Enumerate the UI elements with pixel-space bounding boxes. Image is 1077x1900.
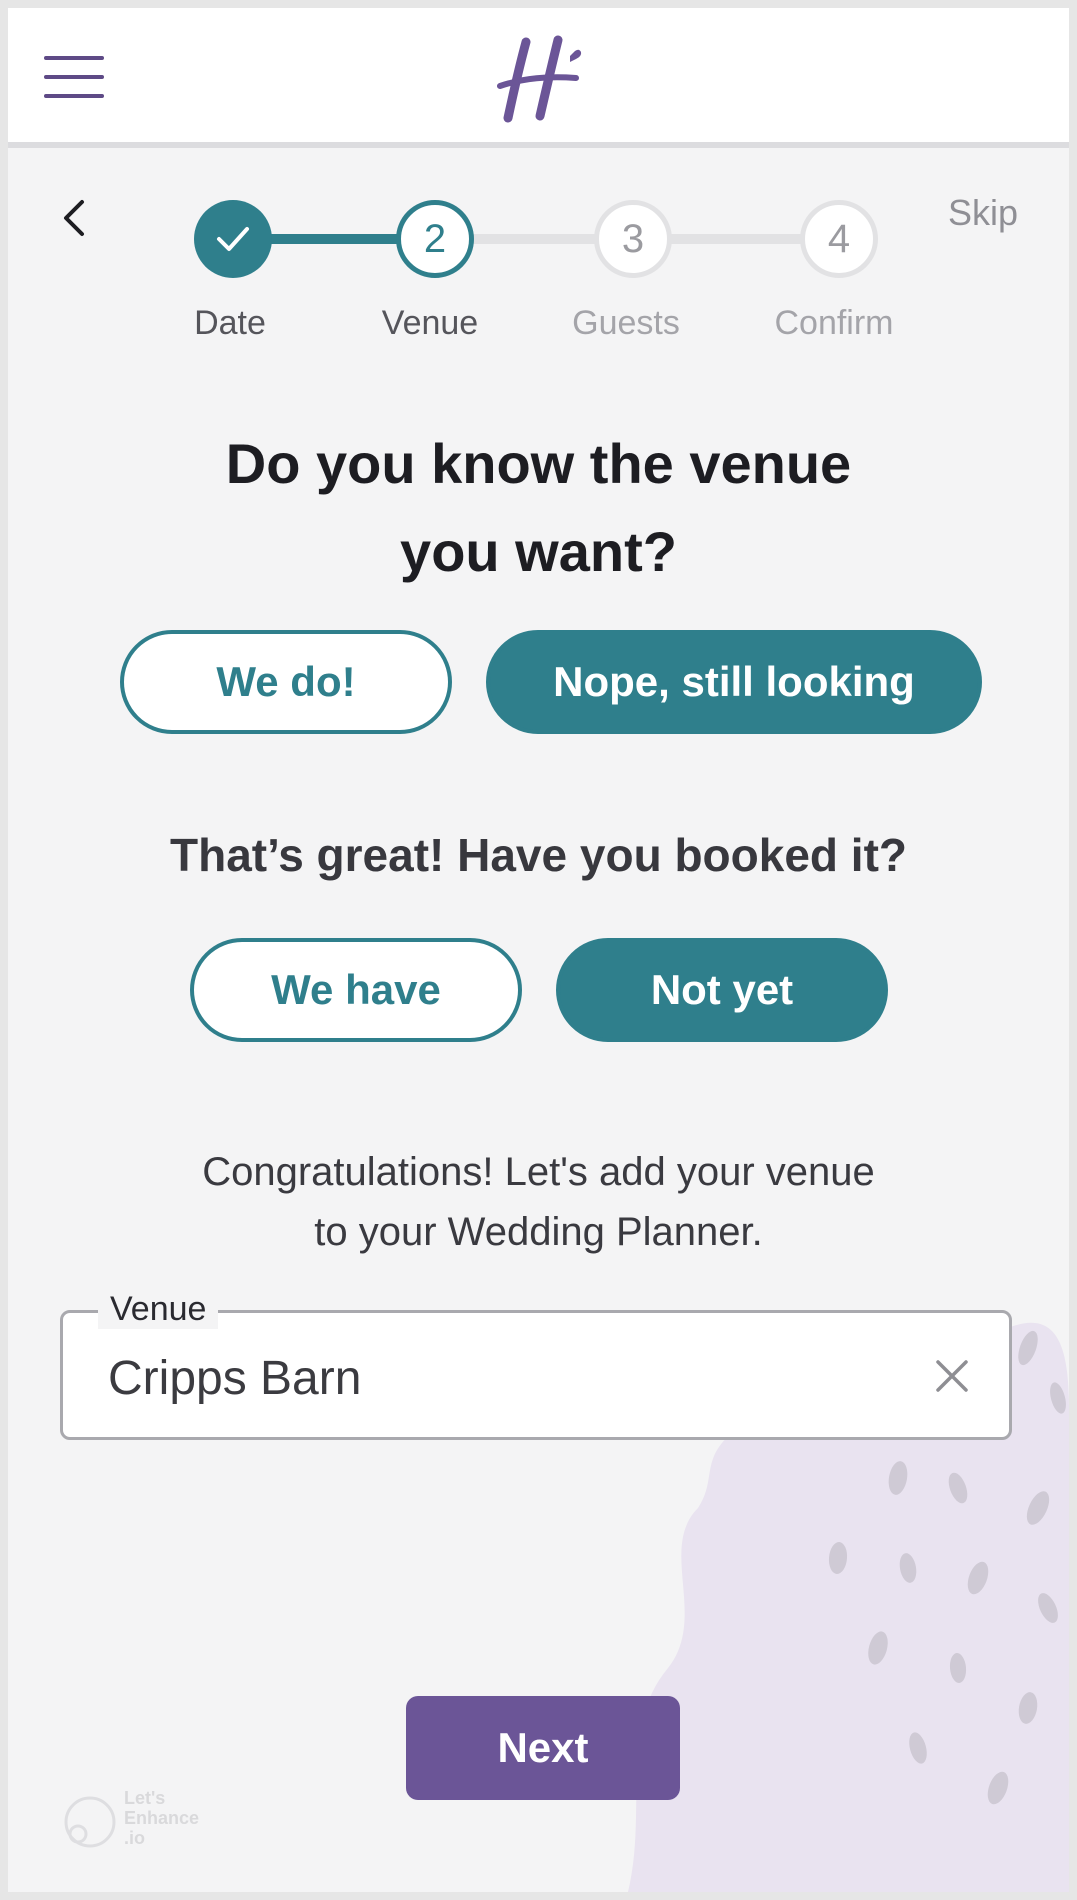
venue-field-label: Venue — [98, 1290, 219, 1329]
step-label-guests: Guests — [572, 304, 680, 342]
venue-input[interactable] — [108, 1346, 888, 1410]
skip-button[interactable]: Skip — [948, 192, 1018, 234]
not-yet-button[interactable]: Not yet — [556, 938, 888, 1042]
step-venue-circle[interactable]: 2 — [396, 200, 474, 278]
next-button[interactable]: Next — [406, 1696, 680, 1800]
step-number: 3 — [621, 216, 645, 261]
step-guests-circle[interactable]: 3 — [594, 200, 672, 278]
venue-question-line1: Do you know the venue — [225, 432, 852, 495]
watermark-line1: Let's — [124, 1788, 166, 1808]
watermark-logo: Let's Enhance .io — [60, 1788, 240, 1858]
we-do-button[interactable]: We do! — [120, 630, 452, 734]
hamburger-menu-icon[interactable] — [44, 56, 106, 106]
congrats-message: Congratulations! Let's add your venue to… — [8, 1142, 1069, 1262]
watermark-line2: Enhance — [124, 1808, 200, 1828]
step-confirm-circle[interactable]: 4 — [800, 200, 878, 278]
watermark-icon — [64, 1796, 116, 1848]
app-frame: Skip 2 3 4 Date Venue Guests Confirm Do … — [8, 8, 1069, 1892]
still-looking-button[interactable]: Nope, still looking — [486, 630, 982, 734]
watermark-line3: .io — [124, 1828, 145, 1848]
step-number: 2 — [423, 216, 447, 261]
booked-question: That’s great! Have you booked it? — [170, 829, 907, 881]
checkmark-icon — [217, 227, 249, 251]
close-icon[interactable] — [932, 1356, 972, 1396]
step-label-confirm: Confirm — [774, 304, 894, 342]
congrats-line2: to your Wedding Planner. — [314, 1210, 763, 1254]
venue-question: Do you know the venue you want? — [8, 420, 1069, 596]
venue-question-line2: you want? — [400, 520, 677, 583]
h-brand-logo-icon[interactable] — [496, 34, 586, 126]
chevron-left-icon[interactable] — [54, 194, 94, 242]
step-number: 4 — [827, 216, 851, 261]
congrats-line1: Congratulations! Let's add your venue — [202, 1150, 875, 1194]
step-label-date: Date — [194, 304, 266, 342]
step-label-venue: Venue — [381, 304, 479, 342]
app-header — [8, 8, 1069, 148]
step-date-circle[interactable] — [194, 200, 272, 278]
we-have-button[interactable]: We have — [190, 938, 522, 1042]
